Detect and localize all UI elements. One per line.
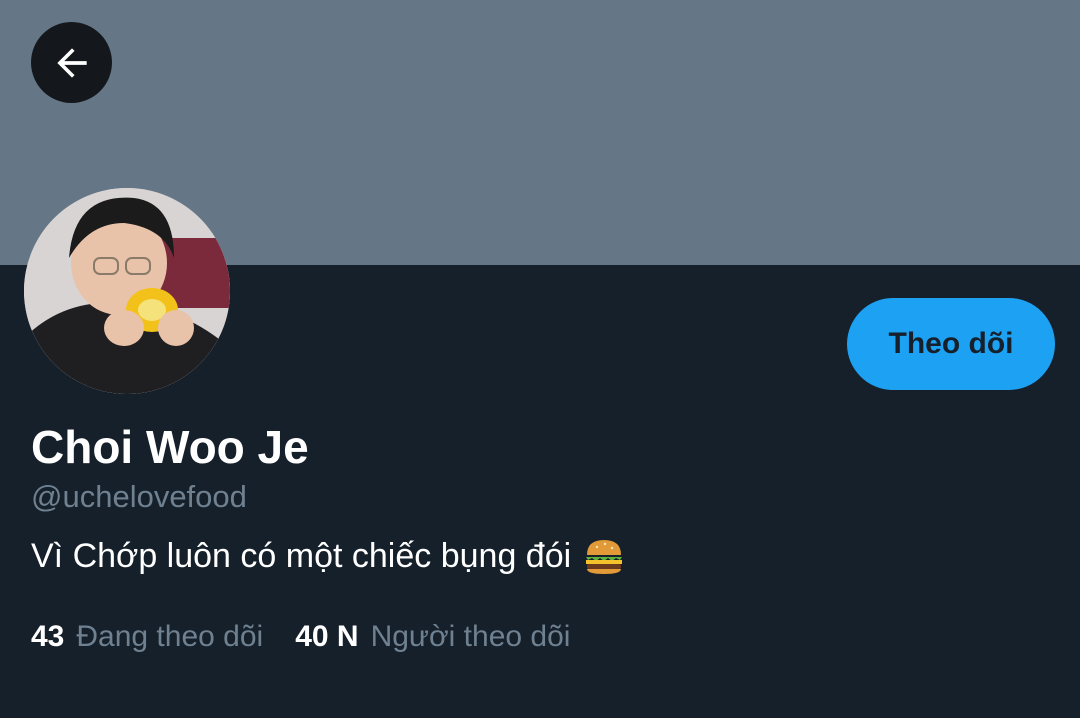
avatar-photo [24, 188, 230, 394]
followers-label: Người theo dõi [370, 620, 571, 653]
hamburger-icon [583, 535, 625, 577]
avatar[interactable] [24, 188, 230, 394]
bio-text: Vì Chớp luôn có một chiếc bụng đói [31, 536, 572, 575]
user-handle: @uchelovefood [31, 479, 247, 514]
follow-button[interactable]: Theo dõi [847, 298, 1055, 390]
follow-stats: 43 Đang theo dõi 40 N Người theo dõi [31, 620, 570, 654]
arrow-left-icon [56, 47, 87, 78]
display-name: Choi Woo Je [31, 421, 309, 473]
following-stat[interactable]: 43 Đang theo dõi [31, 620, 263, 654]
followers-count: 40 N [295, 620, 359, 653]
back-button[interactable] [31, 22, 112, 103]
following-label: Đang theo dõi [76, 620, 264, 653]
bio: Vì Chớp luôn có một chiếc bụng đói [31, 535, 625, 577]
followers-stat[interactable]: 40 N Người theo dõi [295, 620, 570, 654]
following-count: 43 [31, 620, 65, 653]
profile-page: Theo dõi Choi Woo Je @uchelovefood Vì Ch… [0, 0, 1080, 718]
